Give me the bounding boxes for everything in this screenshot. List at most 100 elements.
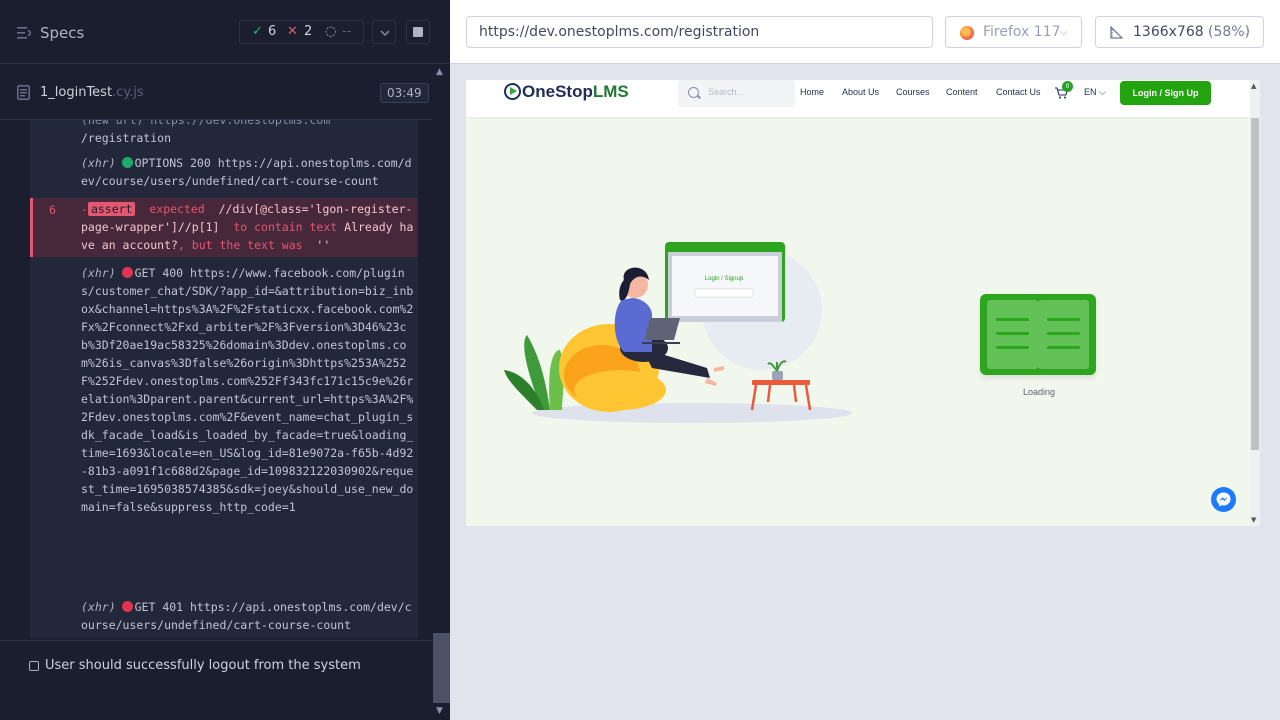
logo-lms: LMS: [592, 82, 629, 101]
collapse-button[interactable]: [372, 20, 396, 44]
play-logo-icon: [504, 83, 521, 100]
nav-about-us[interactable]: About Us: [842, 87, 879, 97]
xhr-text: GET 400 https://www.facebook.com/plugins…: [81, 266, 414, 514]
book-line: [996, 318, 1029, 321]
specs-label[interactable]: Specs: [40, 24, 84, 42]
xhr-tag: (xhr): [81, 266, 116, 280]
nav-home[interactable]: Home: [800, 87, 824, 97]
pending-count: --: [342, 24, 352, 39]
assert-badge: assert: [87, 202, 136, 216]
loading-label: Loading: [1023, 387, 1056, 397]
test-item-logout[interactable]: User should successfully logout from the…: [0, 640, 432, 680]
failed-x-icon: ✕: [287, 24, 298, 39]
messenger-chat-button[interactable]: [1211, 487, 1236, 512]
assert-message: - assert expected //div[@class='lgon-regi…: [81, 202, 414, 252]
error-status-icon: [121, 601, 133, 612]
app-preview-panel: https://dev.onestoplms.com/registration …: [450, 0, 1280, 720]
spec-file-header[interactable]: 1_loginTest.cy.js 03:49: [0, 65, 432, 120]
book-line: [1047, 332, 1080, 335]
command-log: (new url) https://dev.onestoplms.com /re…: [30, 120, 418, 638]
chevron-down-icon: ⌵: [1060, 27, 1068, 38]
pending-spinner-icon: ◌: [325, 24, 337, 39]
log-entry-xhr-facebook[interactable]: (xhr) GET 400 https://www.facebook.com/pl…: [30, 264, 418, 594]
spec-duration: 03:49: [380, 83, 429, 103]
viewport-size: 1366x768: [1133, 24, 1204, 40]
scroll-up-icon[interactable]: ▲: [1251, 82, 1256, 90]
assert-actual: '': [316, 238, 331, 252]
spec-file-ext: .cy.js: [112, 85, 144, 100]
login-illustration: Login / Signup: [504, 242, 852, 423]
aut-iframe: OneStopLMS Search... Home About Us Cours…: [466, 80, 1260, 526]
stop-button[interactable]: [406, 20, 430, 44]
firefox-icon: [960, 26, 974, 40]
runner-header: Specs ✓ 6 ✕ 2 ◌ --: [0, 0, 450, 64]
error-status-icon: [121, 267, 133, 278]
loading-book-icon: [980, 294, 1096, 375]
document-icon: [17, 85, 30, 100]
book-line: [996, 332, 1029, 335]
spec-file-name: 1_loginTest.cy.js: [40, 85, 144, 100]
chevron-down-icon: ⌵: [1099, 87, 1106, 97]
specs-menu-icon[interactable]: [17, 27, 31, 39]
onestoplms-logo[interactable]: OneStopLMS: [504, 82, 629, 102]
book-page-right: [1038, 300, 1089, 369]
spec-file-base: 1_loginTest: [40, 85, 113, 100]
language-selector[interactable]: EN ⌵: [1084, 87, 1106, 98]
log-entry-text: (xhr) GET 400 https://www.facebook.com/pl…: [81, 264, 416, 516]
assert-but: , but the text was: [177, 238, 303, 252]
command-log-scrollbar[interactable]: [432, 64, 450, 720]
illustration-title: Login / Signup: [705, 276, 744, 282]
ruler-icon: [1110, 26, 1123, 39]
chevron-down-icon: [380, 30, 390, 37]
nav-content[interactable]: Content: [946, 87, 978, 97]
book-page-left: [987, 300, 1038, 369]
xhr-tag: (xhr): [81, 600, 116, 614]
url-cutoff-text: (new url) https://dev.onestoplms.com: [81, 120, 331, 127]
login-signup-button[interactable]: Login / Sign Up: [1120, 81, 1211, 105]
test-stats: ✓ 6 ✕ 2 ◌ --: [239, 20, 364, 44]
cart-count-badge: 0: [1062, 81, 1073, 92]
search-icon: [688, 87, 699, 98]
assert-to-contain: to contain text: [233, 220, 338, 234]
language-label: EN: [1084, 87, 1097, 97]
command-log-panel: Specs ✓ 6 ✕ 2 ◌ -- 1_loginTest.cy.js 03:…: [0, 0, 450, 720]
passed-check-icon: ✓: [252, 24, 263, 39]
browser-label: Firefox 117: [983, 24, 1061, 40]
viewport-selector[interactable]: 1366x768 (58%) ⌵: [1095, 16, 1264, 48]
aut-scroll-thumb[interactable]: [1251, 118, 1259, 450]
log-entry-xhr-options[interactable]: (xhr) OPTIONS 200 https://api.onestoplms.…: [30, 154, 418, 192]
book-line: [996, 346, 1029, 349]
scroll-up-icon[interactable]: ▲: [436, 67, 443, 77]
log-entry-text: (xhr) OPTIONS 200 https://api.onestoplms.…: [81, 154, 416, 190]
failed-count: 2: [304, 24, 313, 39]
stop-icon: [413, 27, 423, 37]
success-status-icon: [121, 157, 133, 168]
command-log-scroll-thumb[interactable]: [433, 633, 450, 703]
browser-selector[interactable]: Firefox 117 ⌵: [945, 16, 1082, 48]
log-entry-assert-failed[interactable]: 6 - assert expected //div[@class='lgon-re…: [30, 198, 418, 257]
scroll-down-icon[interactable]: ▼: [436, 706, 443, 716]
test-title: User should successfully logout from the…: [45, 658, 361, 673]
nav-courses[interactable]: Courses: [896, 87, 930, 97]
url-tail-text: /registration: [81, 131, 172, 145]
log-entry-new-url[interactable]: (new url) https://dev.onestoplms.com /re…: [30, 120, 418, 147]
browser-bar: https://dev.onestoplms.com/registration …: [450, 0, 1280, 64]
log-entry-text: (xhr) GET 401 https://api.onestoplms.com/…: [81, 598, 416, 634]
aut-url-field[interactable]: https://dev.onestoplms.com/registration: [466, 16, 933, 48]
site-search-input[interactable]: Search...: [678, 80, 795, 107]
passed-count: 6: [268, 24, 277, 39]
assert-expected-word: expected: [149, 202, 205, 216]
test-status-checkbox-icon: [29, 661, 39, 671]
command-number: 6: [49, 203, 56, 217]
scroll-down-icon[interactable]: ▼: [1251, 516, 1256, 524]
site-header: OneStopLMS Search... Home About Us Cours…: [466, 80, 1250, 117]
logo-stop: Stop: [555, 82, 593, 101]
messenger-icon: [1216, 492, 1231, 507]
nav-contact-us[interactable]: Contact Us: [996, 87, 1041, 97]
book-line: [1047, 318, 1080, 321]
logo-one: One: [522, 82, 556, 101]
book-line: [1047, 346, 1080, 349]
search-placeholder: Search...: [708, 87, 745, 97]
log-entry-xhr-cart[interactable]: (xhr) GET 401 https://api.onestoplms.com/…: [30, 598, 418, 636]
xhr-tag: (xhr): [81, 156, 116, 170]
